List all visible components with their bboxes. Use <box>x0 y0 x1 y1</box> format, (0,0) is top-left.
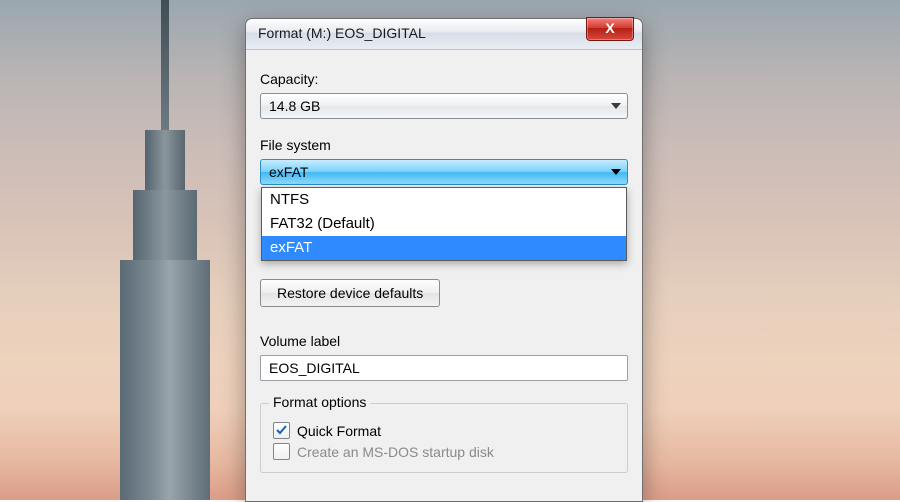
capacity-combobox[interactable]: 14.8 GB <box>260 93 628 119</box>
background-building <box>100 0 210 500</box>
chevron-down-icon <box>611 103 621 109</box>
close-icon: X <box>605 20 614 36</box>
filesystem-option-exfat[interactable]: exFAT <box>262 236 626 260</box>
chevron-down-icon <box>611 169 621 175</box>
capacity-value: 14.8 GB <box>269 98 320 114</box>
volume-label-caption: Volume label <box>260 333 628 349</box>
filesystem-option-ntfs[interactable]: NTFS <box>262 188 626 212</box>
titlebar[interactable]: Format (M:) EOS_DIGITAL X <box>246 19 642 50</box>
format-options-legend: Format options <box>269 394 370 410</box>
quick-format-label: Quick Format <box>297 423 381 439</box>
volume-label-value: EOS_DIGITAL <box>269 360 360 376</box>
msdos-row: Create an MS-DOS startup disk <box>273 443 615 460</box>
filesystem-combobox[interactable]: exFAT NTFS FAT32 (Default) exFAT <box>260 159 628 185</box>
quick-format-checkbox[interactable] <box>273 422 290 439</box>
close-button[interactable]: X <box>586 17 634 41</box>
filesystem-label: File system <box>260 137 628 153</box>
filesystem-value: exFAT <box>269 164 308 180</box>
format-dialog: Format (M:) EOS_DIGITAL X Capacity: 14.8… <box>245 18 643 502</box>
filesystem-option-fat32[interactable]: FAT32 (Default) <box>262 212 626 236</box>
restore-defaults-label: Restore device defaults <box>277 285 423 301</box>
format-options-group: Format options Quick Format Create an MS… <box>260 403 628 473</box>
volume-label-input[interactable]: EOS_DIGITAL <box>260 355 628 381</box>
filesystem-dropdown-list: NTFS FAT32 (Default) exFAT <box>261 187 627 261</box>
quick-format-row[interactable]: Quick Format <box>273 422 615 439</box>
restore-defaults-button[interactable]: Restore device defaults <box>260 279 440 307</box>
capacity-label: Capacity: <box>260 71 628 87</box>
msdos-label: Create an MS-DOS startup disk <box>297 444 494 460</box>
msdos-checkbox <box>273 443 290 460</box>
desktop-background: Format (M:) EOS_DIGITAL X Capacity: 14.8… <box>0 0 900 500</box>
window-title: Format (M:) EOS_DIGITAL <box>258 25 426 41</box>
